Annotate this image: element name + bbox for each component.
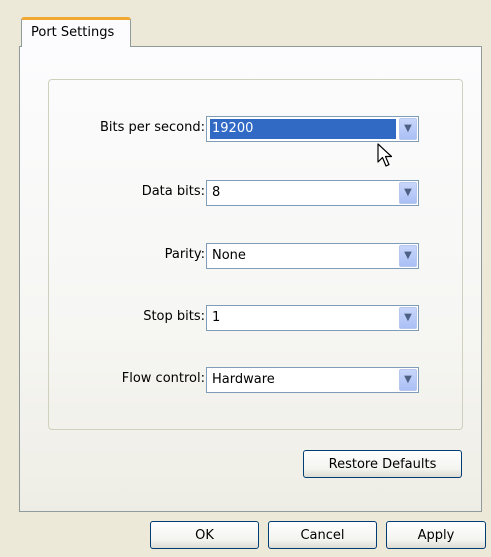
tab-label: Port Settings bbox=[31, 25, 115, 40]
bits-per-second-select[interactable]: 19200 ▼ bbox=[206, 116, 419, 142]
tab-port-settings[interactable]: Port Settings bbox=[21, 17, 131, 47]
stop-bits-select[interactable]: 1 ▼ bbox=[206, 305, 419, 331]
bits-per-second-label: Bits per second: bbox=[99, 120, 205, 135]
bits-per-second-value: 19200 bbox=[210, 119, 396, 139]
flow-control-select[interactable]: Hardware ▼ bbox=[206, 367, 419, 393]
stop-bits-label: Stop bits: bbox=[143, 309, 205, 324]
parity-value: None bbox=[212, 248, 246, 263]
chevron-down-icon[interactable]: ▼ bbox=[399, 245, 417, 267]
restore-defaults-button[interactable]: Restore Defaults bbox=[303, 450, 462, 478]
chevron-down-icon[interactable]: ▼ bbox=[399, 307, 417, 329]
flow-control-label: Flow control: bbox=[121, 371, 205, 386]
bits-per-second-row: Bits per second: 19200 ▼ bbox=[0, 116, 491, 142]
data-bits-select[interactable]: 8 ▼ bbox=[206, 180, 419, 206]
parity-row: Parity: None ▼ bbox=[0, 243, 491, 269]
apply-button[interactable]: Apply bbox=[386, 521, 486, 549]
cancel-button[interactable]: Cancel bbox=[268, 521, 377, 549]
chevron-down-icon[interactable]: ▼ bbox=[399, 182, 417, 204]
data-bits-value: 8 bbox=[212, 185, 221, 200]
data-bits-row: Data bits: 8 ▼ bbox=[0, 180, 491, 206]
parity-label: Parity: bbox=[164, 247, 205, 262]
data-bits-label: Data bits: bbox=[141, 184, 205, 199]
chevron-down-icon[interactable]: ▼ bbox=[399, 369, 417, 391]
ok-button[interactable]: OK bbox=[150, 521, 259, 549]
stop-bits-value: 1 bbox=[212, 310, 221, 325]
chevron-down-icon[interactable]: ▼ bbox=[399, 118, 417, 140]
stop-bits-row: Stop bits: 1 ▼ bbox=[0, 305, 491, 331]
mouse-pointer-icon bbox=[377, 143, 393, 167]
flow-control-row: Flow control: Hardware ▼ bbox=[0, 367, 491, 393]
parity-select[interactable]: None ▼ bbox=[206, 243, 419, 269]
flow-control-value: Hardware bbox=[212, 372, 275, 387]
